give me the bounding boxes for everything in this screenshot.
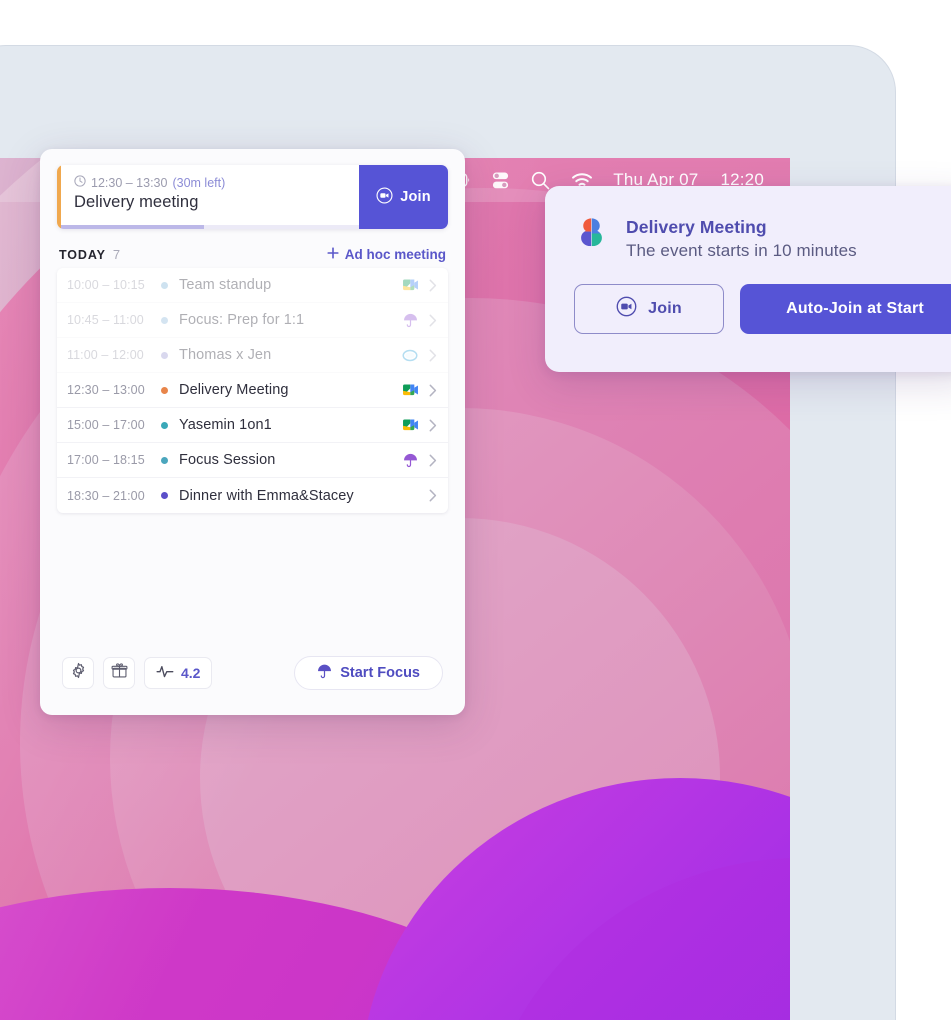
gift-button[interactable] — [103, 657, 135, 689]
event-title: Thomas x Jen — [179, 347, 272, 363]
current-meeting-title: Delivery meeting — [74, 193, 199, 211]
notification-join-button[interactable]: Join — [574, 284, 724, 334]
chevron-right-icon[interactable] — [421, 314, 437, 327]
event-color-dot — [161, 421, 168, 429]
event-title: Team standup — [179, 277, 272, 293]
event-time: 18:30 – 21:00 — [67, 488, 145, 503]
meeting-progress-bar — [61, 225, 359, 229]
current-meeting-time-left: (30m left) — [172, 175, 226, 190]
event-title: Dinner with Emma&Stacey — [179, 487, 354, 504]
event-row[interactable]: 12:30 – 13:00 Delivery Meeting — [57, 373, 448, 408]
gift-icon — [111, 662, 128, 684]
pulse-icon — [156, 663, 174, 684]
event-list: 10:00 – 10:15 Team standup 10:45 – 11:00 Fo… — [57, 268, 448, 513]
notification-text: Delivery Meeting The event starts in 10 … — [626, 216, 857, 261]
today-label: TODAY — [59, 247, 106, 262]
control-center-icon[interactable] — [491, 171, 510, 190]
event-color-dot — [161, 316, 168, 324]
event-time: 10:00 – 10:15 — [67, 278, 145, 292]
event-row[interactable]: 10:45 – 11:00 Focus: Prep for 1:1 — [57, 303, 448, 338]
current-meeting-meta: 12:30 – 13:30 (30m left) — [74, 175, 359, 190]
ad-hoc-meeting-label: Ad hoc meeting — [344, 247, 446, 262]
current-meeting-body: 12:30 – 13:30 (30m left) Delivery meetin… — [61, 165, 359, 229]
google-meet-icon[interactable] — [399, 383, 421, 397]
event-row[interactable]: 17:00 – 18:15 Focus Session — [57, 443, 448, 478]
focus-score-button[interactable]: 4.2 — [144, 657, 213, 689]
plus-icon — [327, 247, 339, 262]
search-icon[interactable] — [530, 170, 551, 191]
video-camera-icon — [616, 296, 637, 322]
event-color-dot — [161, 351, 168, 359]
google-meet-icon[interactable] — [399, 418, 421, 432]
today-count: 7 — [112, 247, 121, 262]
video-camera-icon — [376, 186, 393, 208]
event-row[interactable]: 15:00 – 17:00 Yasemin 1on1 — [57, 408, 448, 443]
chevron-right-icon[interactable] — [421, 384, 437, 397]
auto-join-label: Auto-Join at Start — [786, 300, 924, 317]
event-title: Focus Session — [179, 452, 276, 468]
google-meet-icon[interactable] — [399, 278, 421, 292]
event-time: 12:30 – 13:00 — [67, 383, 145, 397]
event-time: 11:00 – 12:00 — [67, 348, 144, 362]
event-color-dot — [161, 281, 168, 289]
start-focus-button[interactable]: Start Focus — [294, 656, 443, 690]
meeting-progress-fill — [61, 225, 205, 229]
app-logo-icon — [574, 216, 609, 256]
umbrella-icon[interactable] — [399, 313, 421, 328]
chevron-right-icon[interactable] — [421, 489, 437, 502]
screenshot-stage: Delivery meeting in 10 m — [0, 0, 951, 1020]
event-color-dot — [161, 492, 168, 499]
clock-icon — [74, 175, 86, 190]
notification-header: Delivery Meeting The event starts in 10 … — [574, 216, 951, 261]
event-title: Delivery Meeting — [179, 382, 289, 398]
umbrella-icon — [317, 664, 332, 683]
chevron-right-icon[interactable] — [421, 419, 437, 432]
chevron-right-icon[interactable] — [421, 349, 437, 362]
ad-hoc-meeting-button[interactable]: Ad hoc meeting — [327, 247, 446, 262]
event-time: 15:00 – 17:00 — [67, 418, 145, 432]
join-button[interactable]: Join — [359, 165, 448, 229]
focus-score-value: 4.2 — [181, 665, 201, 681]
notification-join-label: Join — [648, 300, 682, 317]
calendar-widget-panel: 12:30 – 13:30 (30m left) Delivery meetin… — [40, 149, 465, 715]
notification-actions: Join Auto-Join at Start — [574, 284, 951, 334]
auto-join-button[interactable]: Auto-Join at Start — [740, 284, 951, 334]
event-color-dot — [161, 386, 168, 394]
event-row[interactable]: 11:00 – 12:00 Thomas x Jen — [57, 338, 448, 373]
event-color-dot — [161, 456, 168, 464]
meeting-notification[interactable]: Delivery Meeting The event starts in 10 … — [545, 186, 951, 372]
event-row[interactable]: 18:30 – 21:00 Dinner with Emma&Stacey — [57, 478, 448, 513]
event-time: 10:45 – 11:00 — [67, 313, 144, 327]
event-title: Focus: Prep for 1:1 — [179, 312, 305, 328]
event-title: Yasemin 1on1 — [179, 417, 272, 433]
settings-button[interactable] — [62, 657, 94, 689]
oval-chat-icon[interactable] — [399, 349, 421, 362]
start-focus-label: Start Focus — [340, 665, 420, 681]
join-button-label: Join — [400, 189, 431, 205]
event-row[interactable]: 10:00 – 10:15 Team standup — [57, 268, 448, 303]
notification-title: Delivery Meeting — [626, 217, 767, 237]
chevron-right-icon[interactable] — [421, 279, 437, 292]
umbrella-icon[interactable] — [399, 453, 421, 468]
current-meeting-card[interactable]: 12:30 – 13:30 (30m left) Delivery meetin… — [57, 165, 448, 229]
gear-icon — [70, 662, 87, 684]
event-time: 17:00 – 18:15 — [67, 453, 145, 467]
today-header: TODAY 7 Ad hoc meeting — [59, 247, 446, 262]
chevron-right-icon[interactable] — [421, 454, 437, 467]
current-meeting-time: 12:30 – 13:30 — [91, 175, 168, 190]
notification-subtitle: The event starts in 10 minutes — [626, 241, 857, 260]
widget-toolbar: 4.2 Start Focus — [40, 631, 465, 715]
